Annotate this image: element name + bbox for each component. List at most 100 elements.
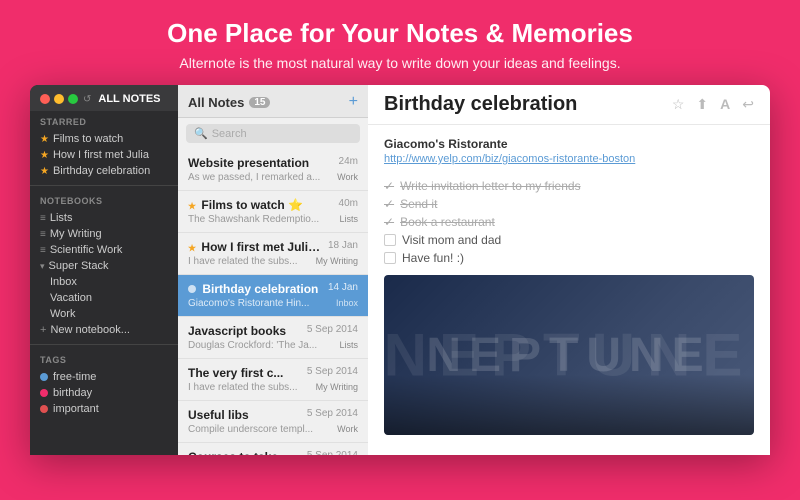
note-item-useful[interactable]: Useful libs 5 Sep 2014 Compile underscor… bbox=[178, 401, 368, 443]
search-bar[interactable]: 🔍 Search bbox=[186, 124, 360, 143]
note-title: Useful libs bbox=[188, 408, 303, 422]
active-dot bbox=[188, 285, 196, 293]
sidebar-item-label: Scientific Work bbox=[50, 244, 123, 256]
star-icon: ★ bbox=[40, 134, 49, 145]
sidebar-item-label: Work bbox=[50, 308, 75, 320]
tags-section: TAGS free-time birthday important bbox=[30, 349, 178, 419]
checkmark-icon: ✓ bbox=[384, 215, 394, 229]
checkmark-icon: ✓ bbox=[384, 179, 394, 193]
sidebar-item-scientific[interactable]: ≡ Scientific Work bbox=[40, 242, 168, 258]
note-time: 5 Sep 2014 bbox=[307, 408, 358, 422]
sidebar-item-label: My Writing bbox=[50, 228, 102, 240]
search-placeholder: Search bbox=[212, 128, 247, 140]
checklist-text: Send it bbox=[400, 197, 437, 211]
notebook-icon: ≡ bbox=[40, 213, 46, 224]
notes-title-text: All Notes bbox=[188, 95, 244, 110]
tag-dot-freetime bbox=[40, 373, 48, 381]
star-icon: ★ bbox=[188, 201, 196, 211]
note-item-first[interactable]: The very first c... 5 Sep 2014 I have re… bbox=[178, 359, 368, 401]
note-preview-text: Giacomo's Ristorante Hin... bbox=[188, 298, 309, 309]
sidebar-item-label: Inbox bbox=[50, 276, 77, 288]
sidebar-item-new-notebook[interactable]: + New notebook... bbox=[40, 322, 168, 338]
close-button[interactable] bbox=[40, 94, 50, 104]
note-item-javascript[interactable]: Javascript books 5 Sep 2014 Douglas Croc… bbox=[178, 317, 368, 359]
sidebar-item-vacation[interactable]: Vacation bbox=[50, 290, 168, 306]
checklist-item-1: ✓ Send it bbox=[384, 195, 754, 213]
tag-dot-birthday bbox=[40, 389, 48, 397]
tag-label: important bbox=[53, 403, 99, 415]
search-icon: 🔍 bbox=[194, 127, 208, 140]
note-tag: My Writing bbox=[316, 382, 358, 393]
note-source: Giacomo's Ristorante bbox=[384, 137, 754, 151]
all-notes-label[interactable]: ALL NOTES bbox=[98, 93, 160, 105]
starred-section: STARRED ★ Films to watch ★ How I first m… bbox=[30, 111, 178, 181]
note-preview-text: Compile underscore templ... bbox=[188, 424, 313, 435]
sidebar-item-label: How I first met Julia bbox=[53, 149, 149, 161]
note-time: 5 Sep 2014 bbox=[307, 450, 358, 455]
note-title: The very first c... bbox=[188, 366, 303, 380]
sidebar-item-birthday[interactable]: ★ Birthday celebration bbox=[40, 163, 168, 179]
sidebar-item-inbox[interactable]: Inbox bbox=[50, 274, 168, 290]
checkmark-icon: ✓ bbox=[384, 197, 394, 211]
note-title: Javascript books bbox=[188, 324, 303, 338]
sidebar-item-lists[interactable]: ≡ Lists bbox=[40, 210, 168, 226]
minimize-button[interactable] bbox=[54, 94, 64, 104]
sync-icon: ↺ bbox=[83, 94, 91, 105]
note-link[interactable]: http://www.yelp.com/biz/giacomos-ristora… bbox=[384, 153, 754, 165]
starred-section-title: STARRED bbox=[40, 117, 168, 127]
share-toolbar-icon[interactable]: ⬆ bbox=[696, 96, 708, 113]
sidebar-item-work[interactable]: Work bbox=[50, 306, 168, 322]
checklist-text: Have fun! :) bbox=[402, 251, 464, 265]
sidebar-item-label: Vacation bbox=[50, 292, 92, 304]
note-preview-text: The Shawshank Redemptio... bbox=[188, 214, 319, 225]
note-time: 5 Sep 2014 bbox=[307, 366, 358, 380]
sidebar-item-superstack[interactable]: ▾ Super Stack bbox=[40, 258, 168, 274]
checklist-item-2: ✓ Book a restaurant bbox=[384, 213, 754, 231]
sidebar-item-label: Films to watch bbox=[53, 133, 123, 145]
note-toolbar: Birthday celebration ☆ ⬆ A ↩ bbox=[368, 85, 770, 125]
notes-list-title: All Notes 15 bbox=[188, 95, 270, 110]
notes-count-badge: 15 bbox=[249, 97, 270, 108]
note-time: 40m bbox=[339, 198, 358, 212]
star-icon: ★ bbox=[188, 243, 196, 253]
sidebar-header: ↺ ALL NOTES bbox=[30, 85, 178, 111]
note-item-website[interactable]: Website presentation 24m As we passed, I… bbox=[178, 149, 368, 191]
reply-toolbar-icon[interactable]: ↩ bbox=[742, 96, 754, 113]
note-preview-text: As we passed, I remarked a... bbox=[188, 172, 320, 183]
note-title: ★ Films to watch ⭐ bbox=[188, 198, 335, 212]
note-item-courses[interactable]: Courses to take 5 Sep 2014 Udacity Intro… bbox=[178, 443, 368, 455]
note-tag: My Writing bbox=[316, 256, 358, 267]
sidebar-item-label: Birthday celebration bbox=[53, 165, 150, 177]
note-preview-text: I have related the subs... bbox=[188, 382, 298, 393]
note-item-birthday[interactable]: Birthday celebration 14 Jan Giacomo's Ri… bbox=[178, 275, 368, 317]
tag-label: free-time bbox=[53, 371, 96, 383]
note-tag: Lists bbox=[339, 214, 358, 225]
hero-subtitle: Alternote is the most natural way to wri… bbox=[40, 55, 760, 71]
notes-list: All Notes 15 + 🔍 Search Website presenta… bbox=[178, 85, 368, 455]
checklist-item-0: ✓ Write invitation letter to my friends bbox=[384, 177, 754, 195]
chevron-down-icon: ▾ bbox=[40, 261, 45, 272]
sidebar-item-julia[interactable]: ★ How I first met Julia bbox=[40, 147, 168, 163]
sidebar-item-label: New notebook... bbox=[50, 324, 130, 336]
sidebar-tag-birthday[interactable]: birthday bbox=[40, 385, 168, 401]
sidebar-tag-freetime[interactable]: free-time bbox=[40, 369, 168, 385]
checkbox-empty-icon[interactable] bbox=[384, 234, 396, 246]
notebook-icon: ≡ bbox=[40, 245, 46, 256]
add-note-button[interactable]: + bbox=[349, 93, 358, 111]
note-preview-text: I have related the subs... bbox=[188, 256, 298, 267]
checkbox-empty-icon[interactable] bbox=[384, 252, 396, 264]
tag-dot-important bbox=[40, 405, 48, 413]
sidebar-tag-important[interactable]: important bbox=[40, 401, 168, 417]
sidebar-item-films[interactable]: ★ Films to watch bbox=[40, 131, 168, 147]
sidebar-item-mywriting[interactable]: ≡ My Writing bbox=[40, 226, 168, 242]
note-title: Birthday celebration bbox=[188, 282, 324, 296]
maximize-button[interactable] bbox=[68, 94, 78, 104]
note-item-films[interactable]: ★ Films to watch ⭐ 40m The Shawshank Red… bbox=[178, 191, 368, 233]
checklist-text: Visit mom and dad bbox=[402, 233, 501, 247]
font-toolbar-icon[interactable]: A bbox=[720, 96, 730, 113]
note-time: 24m bbox=[339, 156, 358, 170]
note-item-julia[interactable]: ★ How I first met Julia ⭐ 18 Jan I have … bbox=[178, 233, 368, 275]
notes-list-header: All Notes 15 + bbox=[178, 85, 368, 118]
note-image: NEPTUNE NEPTUNE bbox=[384, 275, 754, 435]
star-toolbar-icon[interactable]: ☆ bbox=[672, 96, 685, 113]
